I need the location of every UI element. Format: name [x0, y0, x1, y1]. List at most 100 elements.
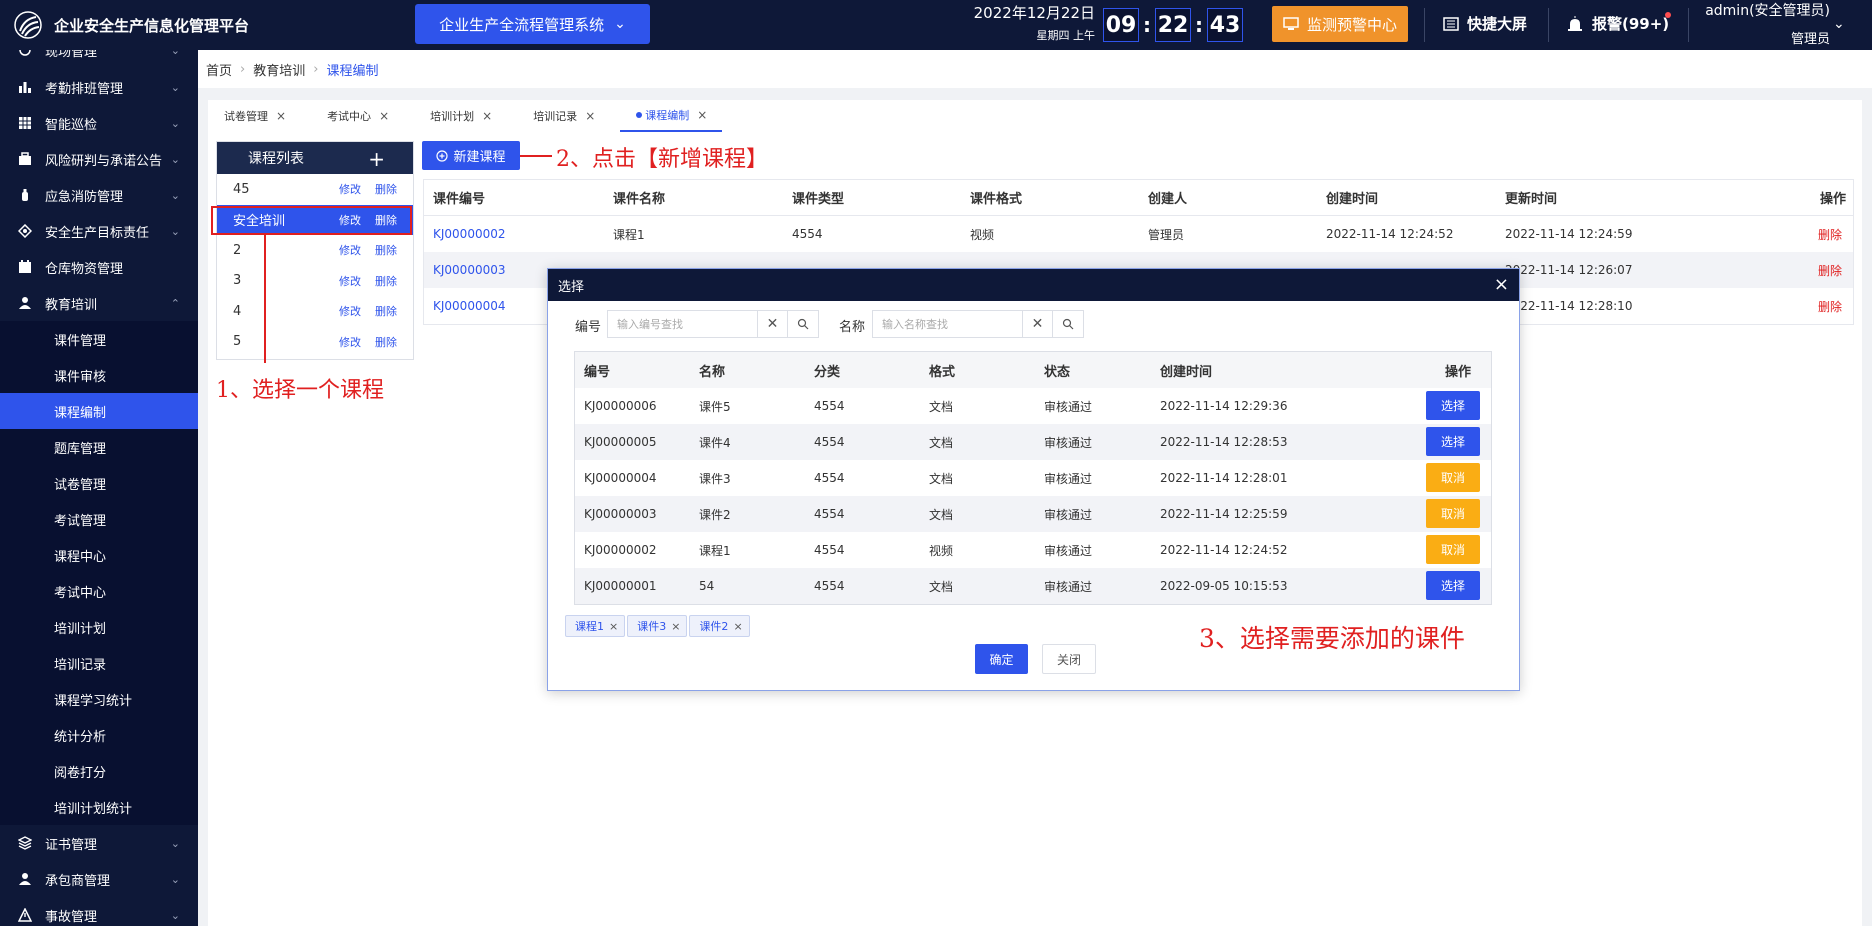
- courseware-code-link[interactable]: KJ00000004: [433, 299, 506, 313]
- tab-course-compile[interactable]: 课程编制 ×: [620, 100, 723, 132]
- sidebar-subitem-courseware[interactable]: 课件管理: [0, 321, 198, 357]
- sidebar-item-contractor[interactable]: 承包商管理 ⌄: [0, 861, 198, 897]
- sidebar-subitem-question-bank[interactable]: 题库管理: [0, 429, 198, 465]
- courseware-code-link[interactable]: KJ00000003: [433, 263, 506, 277]
- sidebar-subitem-study-stats[interactable]: 课程学习统计: [0, 681, 198, 717]
- alarm-button[interactable]: 报警(99+): [1566, 13, 1669, 34]
- close-icon[interactable]: ×: [1494, 274, 1509, 295]
- course-list-item[interactable]: 2 修改 删除: [217, 235, 413, 266]
- table-row: KJ00000001 54 4554 文档 审核通过 2022-09-05 10…: [575, 568, 1491, 604]
- plus-circle-icon: [436, 149, 449, 162]
- sidebar-item-certificate[interactable]: 证书管理 ⌄: [0, 825, 198, 861]
- sidebar-subitem-courseware-review[interactable]: 课件审核: [0, 357, 198, 393]
- cancel-selection-button[interactable]: 取消: [1426, 535, 1480, 564]
- delete-link[interactable]: 删除: [375, 334, 397, 350]
- clear-icon[interactable]: ✕: [1023, 311, 1053, 337]
- close-icon[interactable]: ×: [671, 620, 680, 633]
- delete-link[interactable]: 删除: [375, 181, 397, 197]
- delete-link[interactable]: 删除: [1818, 298, 1842, 315]
- sidebar-subitem-training-record[interactable]: 培训记录: [0, 645, 198, 681]
- sidebar-subitem-analysis[interactable]: 统计分析: [0, 717, 198, 753]
- course-list-item[interactable]: 4 修改 删除: [217, 296, 413, 327]
- name-filter-label: 名称: [839, 320, 866, 335]
- sidebar-item-warehouse[interactable]: 仓库物资管理: [0, 249, 198, 285]
- breadcrumb-section[interactable]: 教育培训: [253, 60, 305, 79]
- sidebar-subitem-training-plan[interactable]: 培训计划: [0, 609, 198, 645]
- sidebar-subitem-grading[interactable]: 阅卷打分: [0, 753, 198, 789]
- code-search-input[interactable]: 输入编号查找: [608, 311, 758, 337]
- delete-link[interactable]: 删除: [375, 303, 397, 319]
- tab-training-record[interactable]: 培训记录 ×: [517, 100, 610, 132]
- course-list-item[interactable]: 5 修改 删除: [217, 327, 413, 358]
- sidebar-item-attendance[interactable]: 考勤排班管理 ⌄: [0, 69, 198, 105]
- delete-link[interactable]: 删除: [375, 242, 397, 258]
- add-icon[interactable]: +: [368, 147, 385, 171]
- search-icon[interactable]: [1053, 311, 1083, 337]
- sidebar-item-accident[interactable]: 事故管理 ⌄: [0, 897, 198, 926]
- sidebar-subitem-exam-manage[interactable]: 考试管理: [0, 501, 198, 537]
- tab-label: 培训计划: [430, 110, 475, 123]
- sidebar-item-inspection[interactable]: 智能巡检 ⌄: [0, 105, 198, 141]
- sidebar-item-site[interactable]: 现场管理 ⌄: [0, 50, 198, 68]
- close-icon[interactable]: ×: [482, 109, 492, 123]
- user-icon: [19, 297, 31, 309]
- close-icon[interactable]: ×: [733, 620, 742, 633]
- edit-link[interactable]: 修改: [339, 181, 361, 197]
- sidebar-item-risk[interactable]: 风险研判与承诺公告 ⌄: [0, 141, 198, 177]
- sidebar-item-education[interactable]: 教育培训 ⌃: [0, 285, 198, 321]
- cancel-selection-button[interactable]: 取消: [1426, 463, 1480, 492]
- close-icon[interactable]: ×: [276, 109, 286, 123]
- close-icon[interactable]: ×: [585, 109, 595, 123]
- sidebar-subitem-course-center[interactable]: 课程中心: [0, 537, 198, 573]
- confirm-button[interactable]: 确定: [975, 644, 1028, 674]
- active-dot-icon: [636, 112, 643, 118]
- sidebar-item-target[interactable]: 安全生产目标责任 ⌄: [0, 213, 198, 249]
- courseware-status: 审核通过: [1044, 399, 1093, 414]
- courseware-code-link[interactable]: KJ00000002: [433, 227, 506, 241]
- close-icon[interactable]: ×: [379, 109, 389, 123]
- close-icon[interactable]: ×: [609, 620, 618, 633]
- select-button[interactable]: 选择: [1426, 571, 1480, 600]
- clear-icon[interactable]: ✕: [758, 311, 788, 337]
- edit-link[interactable]: 修改: [339, 242, 361, 258]
- delete-link[interactable]: 删除: [1818, 226, 1842, 243]
- monitor-center-button[interactable]: 监测预警中心: [1272, 6, 1408, 42]
- tab-training-plan[interactable]: 培训计划 ×: [414, 100, 507, 132]
- breadcrumb-home[interactable]: 首页: [206, 60, 232, 79]
- name-search-input[interactable]: 输入名称查找: [873, 311, 1023, 337]
- select-button[interactable]: 选择: [1426, 427, 1480, 456]
- column-header: 课件名称: [613, 192, 666, 207]
- system-select[interactable]: 企业生产全流程管理系统 ⌄: [415, 4, 650, 44]
- sidebar-item-emergency[interactable]: 应急消防管理 ⌄: [0, 177, 198, 213]
- select-button[interactable]: 选择: [1426, 391, 1480, 420]
- close-button[interactable]: 关闭: [1042, 644, 1096, 674]
- tab-label: 试卷管理: [224, 110, 268, 123]
- chevron-down-icon[interactable]: ⌄: [1833, 16, 1845, 32]
- column-header: 课件编号: [433, 192, 486, 207]
- cancel-selection-button[interactable]: 取消: [1426, 499, 1480, 528]
- delete-link[interactable]: 删除: [1818, 262, 1842, 279]
- sidebar-subitem-course-compile[interactable]: 课程编制: [0, 393, 198, 429]
- edit-link[interactable]: 修改: [339, 303, 361, 319]
- sidebar-subitem-label: 培训记录: [54, 657, 107, 673]
- tab-paper[interactable]: 试卷管理 ×: [208, 100, 301, 132]
- edit-link[interactable]: 修改: [339, 334, 361, 350]
- tab-bar: 试卷管理 × 考试中心 × 培训计划 × 培训记录 × 课程编制 ×: [208, 100, 1862, 132]
- course-list-item[interactable]: 3 修改 删除: [217, 266, 413, 297]
- bigscreen-button[interactable]: 快捷大屏: [1443, 13, 1527, 34]
- close-icon[interactable]: ×: [697, 108, 707, 122]
- delete-link[interactable]: 删除: [375, 273, 397, 289]
- courseware-category: 4554: [814, 579, 845, 593]
- edit-link[interactable]: 修改: [339, 273, 361, 289]
- search-icon[interactable]: [788, 311, 818, 337]
- course-list-item[interactable]: 45 修改 删除: [217, 174, 413, 205]
- sidebar-subitem-exam-center[interactable]: 考试中心: [0, 573, 198, 609]
- courseware-created: 2022-11-14 12:24:52: [1326, 227, 1454, 241]
- sidebar-subitem-plan-stats[interactable]: 培训计划统计: [0, 789, 198, 825]
- new-course-button[interactable]: 新建课程: [422, 141, 520, 170]
- user-menu[interactable]: admin(安全管理员) 管理员: [1700, 0, 1830, 47]
- tab-exam-center[interactable]: 考试中心 ×: [311, 100, 404, 132]
- sidebar-subitem-paper[interactable]: 试卷管理: [0, 465, 198, 501]
- sidebar-subitem-label: 培训计划: [54, 621, 107, 637]
- clock-colon: :: [1143, 13, 1151, 37]
